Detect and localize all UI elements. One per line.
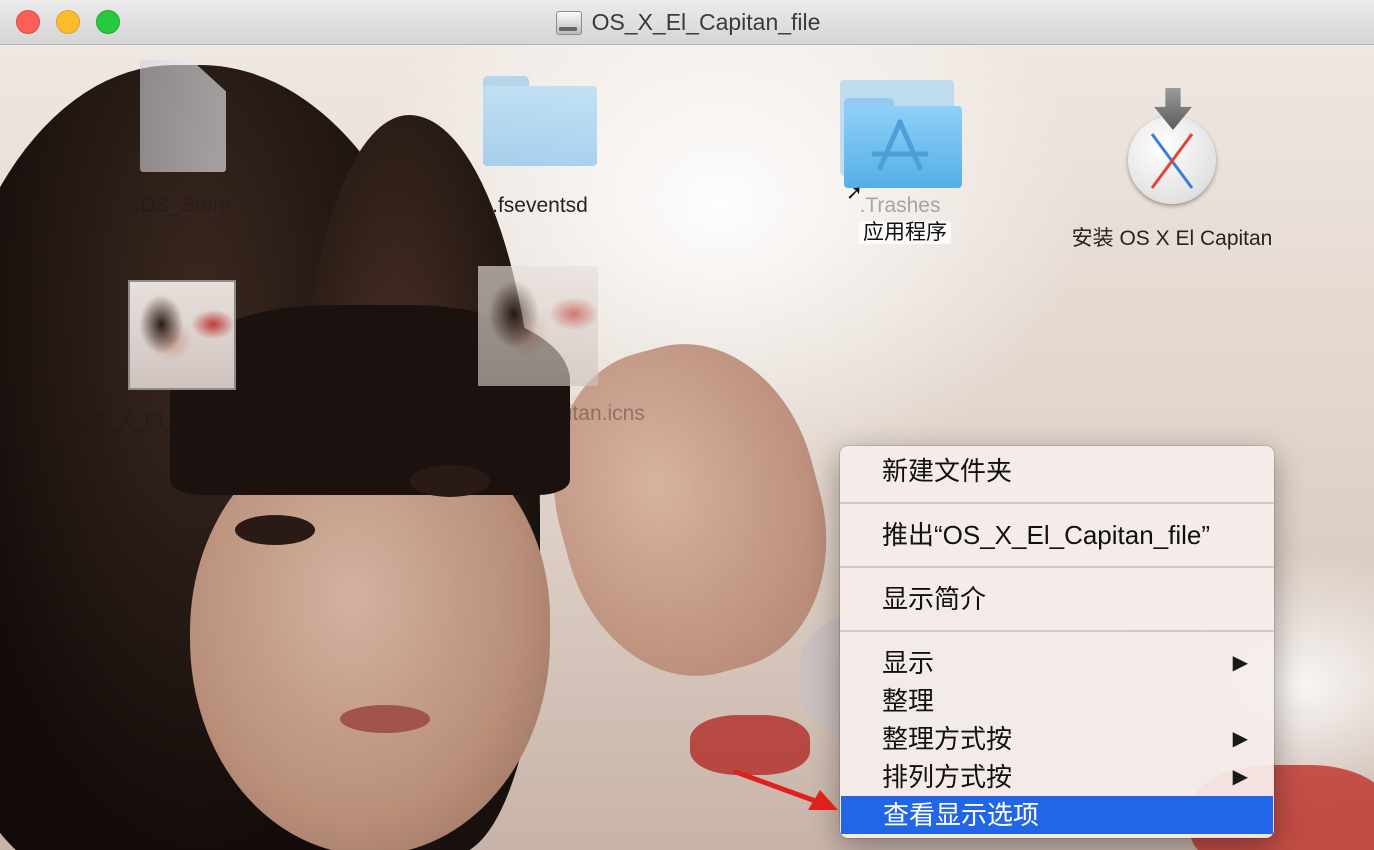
window-title-area: OS_X_El_Capitan_file xyxy=(0,0,1374,44)
menu-separator xyxy=(840,630,1274,632)
menu-separator xyxy=(840,566,1274,568)
desktop-item-trashes[interactable]: .Trashes xyxy=(820,194,980,218)
context-menu: 新建文件夹 推出“OS_X_El_Capitan_file” 显示简介 显示 ▶… xyxy=(840,446,1274,838)
desktop-item-label: .Trashes xyxy=(859,194,941,217)
title-bar: OS_X_El_Capitan_file xyxy=(0,0,1374,45)
menu-item-label: 整理方式按 xyxy=(882,724,1013,754)
menu-item-label: 显示简介 xyxy=(882,584,987,614)
app-store-a-icon xyxy=(871,119,929,171)
menu-item-sort-by[interactable]: 排列方式按 ▶ xyxy=(840,758,1274,796)
desktop-item-label: .fseventsd xyxy=(492,194,588,217)
drive-icon xyxy=(554,8,582,36)
menu-item-label: 新建文件夹 xyxy=(882,456,1013,486)
applications-folder-alias-icon[interactable] xyxy=(838,76,962,188)
submenu-arrow-icon: ▶ xyxy=(1232,728,1248,750)
window-title: OS_X_El_Capitan_file xyxy=(591,8,821,35)
desktop-item-ds-store[interactable]: .DS_Store xyxy=(98,194,268,218)
menu-item-label: 排列方式按 xyxy=(882,762,1013,792)
desktop-item-png[interactable]: OS_X_El_Capitan.png xyxy=(50,410,314,434)
desktop-item-label: 安装 OS X El Capitan xyxy=(1071,227,1273,250)
desktop-item-label: 应用程序 xyxy=(859,221,951,244)
folder-icon[interactable] xyxy=(483,76,597,166)
submenu-arrow-icon: ▶ xyxy=(1232,652,1248,674)
menu-item-label: 显示 xyxy=(882,648,935,678)
menu-item-new-folder[interactable]: 新建文件夹 xyxy=(840,452,1274,490)
desktop-item-label: .DS_Store xyxy=(134,194,232,217)
menu-item-clean-up-by[interactable]: 整理方式按 ▶ xyxy=(840,720,1274,758)
image-thumbnail[interactable] xyxy=(128,280,236,390)
menu-item-show-view-options[interactable]: 查看显示选项 xyxy=(841,796,1273,834)
menu-item-eject[interactable]: 推出“OS_X_El_Capitan_file” xyxy=(840,516,1274,554)
menu-separator xyxy=(840,502,1274,504)
menu-item-clean-up[interactable]: 整理 xyxy=(840,682,1274,720)
menu-item-label: 推出“OS_X_El_Capitan_file” xyxy=(882,520,1211,550)
menu-item-label: 查看显示选项 xyxy=(883,800,1040,830)
desktop-item-label: OS_X_El_Capitan.png xyxy=(76,410,288,433)
installer-icon[interactable] xyxy=(1126,88,1220,204)
desktop-item-fseventsd[interactable]: .fseventsd xyxy=(460,194,620,218)
desktop-item-applications[interactable]: 应用程序 xyxy=(820,216,990,246)
desktop-item-installer[interactable]: 安装 OS X El Capitan xyxy=(1040,222,1304,252)
annotation-arrow-icon xyxy=(734,770,838,810)
desktop-item-label: OS_X_El_Capitan.icns xyxy=(431,402,645,425)
menu-item-label: 整理 xyxy=(882,686,935,716)
desktop-item-icns[interactable]: OS_X_El_Capitan.icns xyxy=(400,402,676,426)
menu-item-view[interactable]: 显示 ▶ xyxy=(840,644,1274,682)
submenu-arrow-icon: ▶ xyxy=(1232,766,1248,788)
menu-item-get-info[interactable]: 显示简介 xyxy=(840,580,1274,618)
image-thumbnail[interactable] xyxy=(478,266,598,386)
